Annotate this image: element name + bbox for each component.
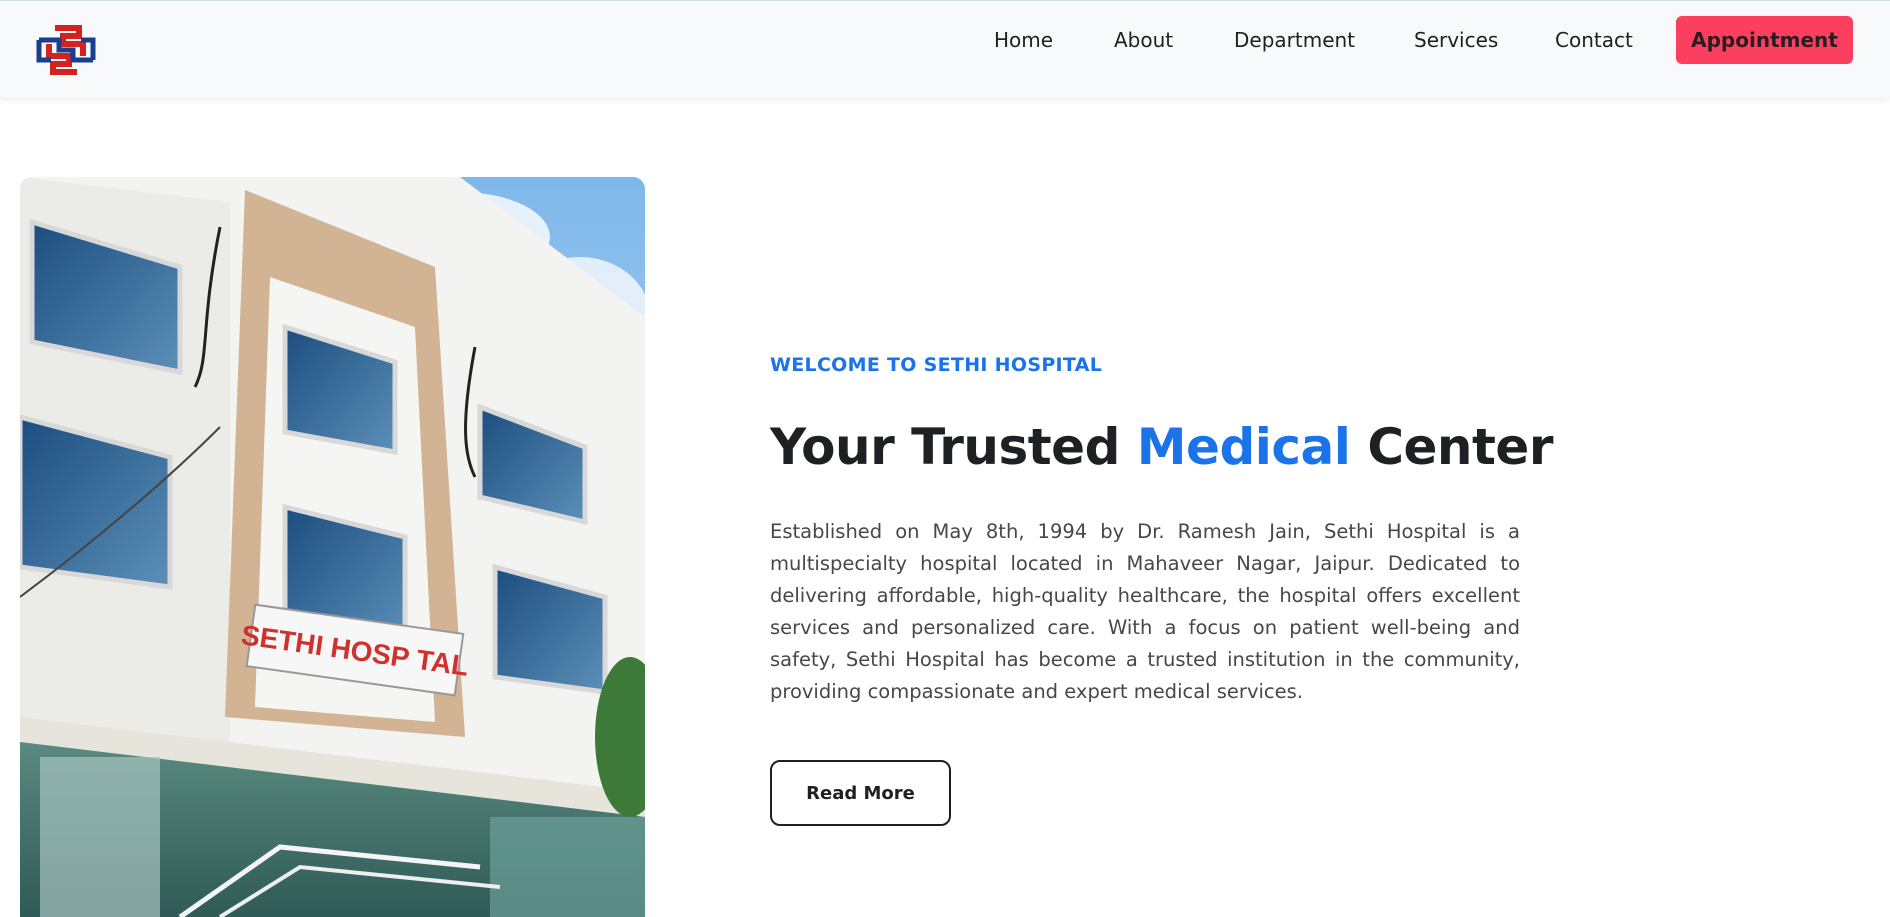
- nav-department-link[interactable]: Department: [1234, 25, 1355, 55]
- hero-title: Your Trusted Medical Center: [770, 414, 1553, 480]
- nav-services-link[interactable]: Services: [1414, 25, 1498, 55]
- sethi-hospital-logo-icon[interactable]: [33, 22, 99, 78]
- nav-contact-link[interactable]: Contact: [1555, 25, 1633, 55]
- hero-title-start: Your Trusted: [770, 418, 1137, 476]
- read-more-button[interactable]: Read More: [770, 760, 951, 826]
- appointment-button[interactable]: Appointment: [1676, 16, 1853, 64]
- site-header: Home About Department Services Contact A…: [0, 0, 1890, 98]
- nav-home-link[interactable]: Home: [994, 25, 1053, 55]
- nav-about-link[interactable]: About: [1114, 25, 1173, 55]
- hero-description: Established on May 8th, 1994 by Dr. Rame…: [770, 520, 1520, 703]
- hero-kicker: WELCOME TO SETHI HOSPITAL: [770, 354, 1103, 376]
- hero-title-accent: Medical: [1136, 418, 1351, 476]
- hospital-building-photo: SETHI HOSP TAL: [20, 177, 645, 917]
- hero-title-end: Center: [1350, 418, 1553, 476]
